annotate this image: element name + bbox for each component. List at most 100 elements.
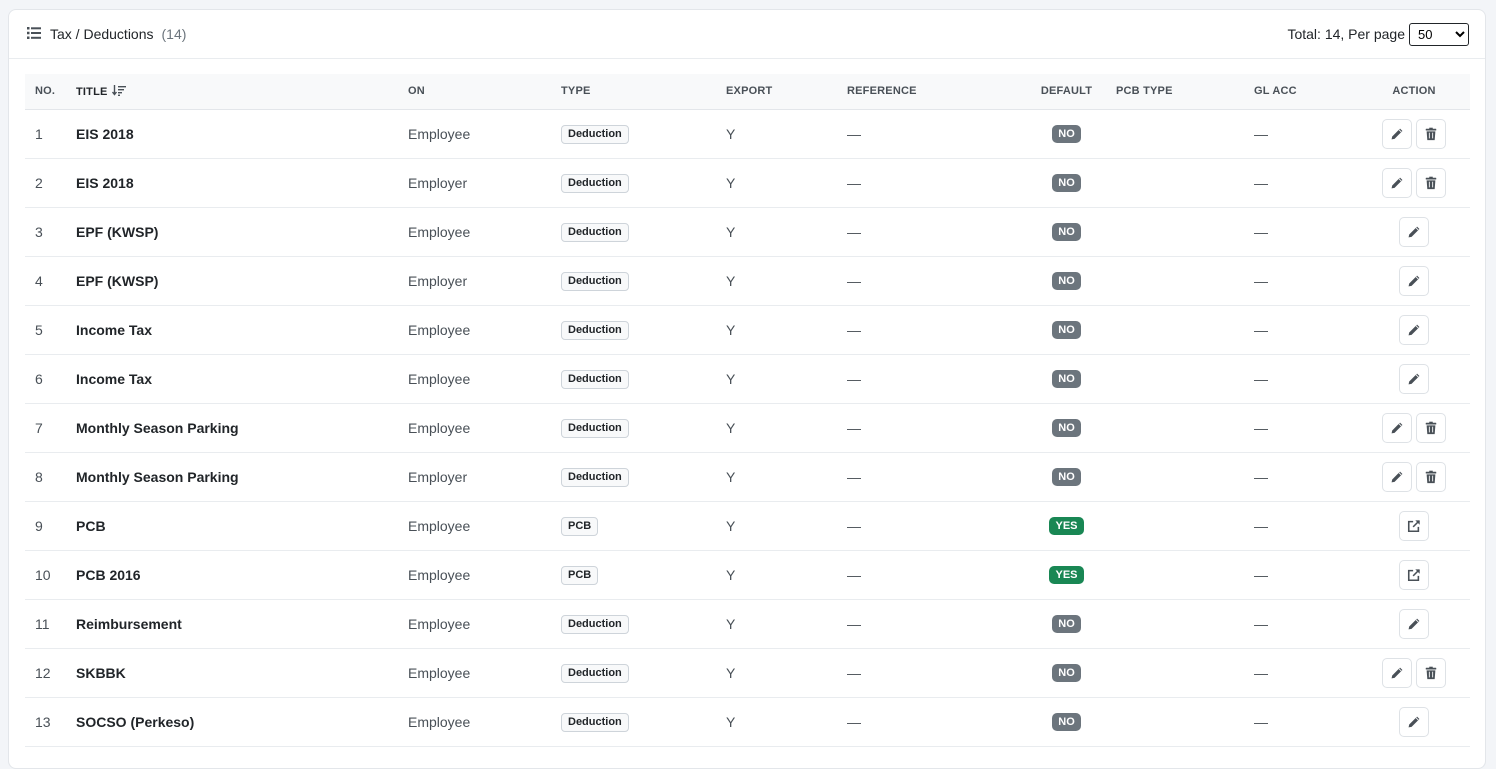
row-number: 13 — [35, 713, 51, 730]
edit-button[interactable] — [1382, 118, 1412, 149]
row-number: 10 — [35, 566, 51, 583]
row-reference: — — [847, 370, 861, 387]
default-badge: NO — [1052, 615, 1081, 633]
row-on: Employee — [408, 370, 471, 387]
default-badge: NO — [1052, 468, 1081, 486]
action-group — [1382, 657, 1446, 688]
default-badge: NO — [1052, 370, 1081, 388]
row-default-cell: NO — [1017, 207, 1116, 256]
delete-button[interactable] — [1416, 657, 1446, 688]
edit-button[interactable] — [1399, 706, 1429, 737]
row-export: Y — [726, 223, 736, 240]
row-title: EPF (KWSP) — [76, 223, 159, 240]
row-gl-acc: — — [1254, 272, 1268, 289]
col-title[interactable]: TITLE — [76, 74, 408, 110]
edit-button[interactable] — [1382, 167, 1412, 198]
default-badge: NO — [1052, 713, 1081, 731]
col-default: DEFAULT — [1017, 74, 1116, 110]
row-type-cell: Deduction — [561, 109, 726, 158]
row-actions — [1358, 501, 1470, 550]
row-export: Y — [726, 125, 736, 142]
per-page-select[interactable]: 50 — [1409, 22, 1469, 46]
row-on: Employee — [408, 125, 471, 142]
row-export: Y — [726, 615, 736, 632]
table-row: 8 Monthly Season Parking Employer Deduction… — [25, 452, 1470, 501]
table-row: 5 Income Tax Employee Deduction Y — NO — — [25, 305, 1470, 354]
edit-button[interactable] — [1399, 608, 1429, 639]
col-pcb-type: PCB TYPE — [1116, 74, 1254, 110]
row-pcb-type — [1116, 256, 1254, 305]
row-type-cell: Deduction — [561, 354, 726, 403]
delete-button[interactable] — [1416, 412, 1446, 443]
pencil-icon — [1408, 226, 1420, 237]
total-label: Total: 14, Per page — [1287, 26, 1405, 42]
row-gl-acc: — — [1254, 223, 1268, 240]
edit-button[interactable] — [1399, 265, 1429, 296]
row-export: Y — [726, 174, 736, 191]
delete-button[interactable] — [1416, 167, 1446, 198]
row-title: Monthly Season Parking — [76, 419, 239, 436]
open-button[interactable] — [1399, 510, 1429, 541]
row-export: Y — [726, 664, 736, 681]
edit-button[interactable] — [1382, 657, 1412, 688]
row-number: 6 — [35, 370, 43, 387]
type-badge: PCB — [561, 565, 599, 585]
row-reference: — — [847, 419, 861, 436]
delete-button[interactable] — [1416, 118, 1446, 149]
delete-button[interactable] — [1416, 461, 1446, 492]
pagination-controls: Total: 14, Per page 50 — [1287, 22, 1469, 46]
row-on: Employee — [408, 713, 471, 730]
row-pcb-type — [1116, 207, 1254, 256]
type-badge: Deduction — [561, 222, 629, 242]
pencil-icon — [1408, 618, 1420, 629]
row-on: Employer — [408, 468, 468, 485]
row-pcb-type — [1116, 354, 1254, 403]
edit-button[interactable] — [1382, 461, 1412, 492]
trash-icon — [1425, 666, 1437, 679]
row-gl-acc: — — [1254, 664, 1268, 681]
sort-descending-icon[interactable] — [111, 84, 126, 96]
default-badge: NO — [1052, 664, 1081, 682]
row-number: 8 — [35, 468, 43, 485]
edit-button[interactable] — [1399, 216, 1429, 247]
row-export: Y — [726, 370, 736, 387]
type-badge: Deduction — [561, 271, 629, 291]
row-title: SOCSO (Perkeso) — [76, 713, 195, 730]
edit-button[interactable] — [1399, 314, 1429, 345]
row-reference: — — [847, 566, 861, 583]
table-row: 4 EPF (KWSP) Employer Deduction Y — NO — — [25, 256, 1470, 305]
row-pcb-type — [1116, 109, 1254, 158]
row-title: SKBBK — [76, 664, 126, 681]
row-title: Income Tax — [76, 321, 152, 338]
default-badge: NO — [1052, 174, 1081, 192]
default-badge: YES — [1049, 517, 1084, 535]
col-reference: REFERENCE — [847, 74, 1017, 110]
edit-button[interactable] — [1399, 363, 1429, 394]
action-group — [1382, 461, 1446, 492]
row-pcb-type — [1116, 452, 1254, 501]
row-title: Monthly Season Parking — [76, 468, 239, 485]
row-actions — [1358, 256, 1470, 305]
edit-button[interactable] — [1382, 412, 1412, 443]
type-badge: Deduction — [561, 320, 629, 340]
row-title: PCB 2016 — [76, 566, 141, 583]
row-gl-acc: — — [1254, 321, 1268, 338]
row-number: 4 — [35, 272, 43, 289]
type-badge: Deduction — [561, 369, 629, 389]
row-gl-acc: — — [1254, 615, 1268, 632]
card-header: Tax / Deductions (14) Total: 14, Per pag… — [9, 10, 1485, 59]
row-actions — [1358, 109, 1470, 158]
col-no: NO. — [25, 74, 76, 110]
trash-icon — [1425, 421, 1437, 434]
trash-icon — [1425, 127, 1437, 140]
row-number: 11 — [35, 615, 50, 632]
row-default-cell: NO — [1017, 452, 1116, 501]
row-gl-acc: — — [1254, 517, 1268, 534]
open-button[interactable] — [1399, 559, 1429, 590]
col-type: TYPE — [561, 74, 726, 110]
row-default-cell: YES — [1017, 550, 1116, 599]
row-on: Employee — [408, 321, 471, 338]
type-badge: Deduction — [561, 124, 629, 144]
row-number: 7 — [35, 419, 43, 436]
table-row: 12 SKBBK Employee Deduction Y — NO — — [25, 648, 1470, 697]
